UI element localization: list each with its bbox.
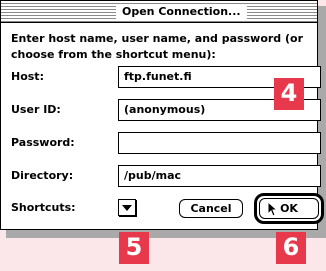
dialog-title: Open Connection... bbox=[116, 4, 247, 20]
open-connection-dialog: Open Connection... Enter host name, user… bbox=[0, 0, 324, 230]
triangle-down-icon bbox=[122, 205, 132, 211]
mouse-pointer-icon bbox=[267, 201, 278, 217]
ok-button[interactable]: OK bbox=[254, 193, 324, 224]
instructions-text: Enter host name, user name, and password… bbox=[11, 32, 304, 61]
user-id-label: User ID: bbox=[11, 103, 61, 116]
title-bar[interactable]: Open Connection... bbox=[1, 1, 317, 23]
callout-5: 5 bbox=[119, 232, 149, 264]
cancel-button[interactable]: Cancel bbox=[179, 199, 243, 218]
shortcuts-popup-button[interactable] bbox=[118, 199, 136, 216]
directory-field[interactable]: /pub/mac bbox=[118, 165, 321, 187]
host-label: Host: bbox=[11, 70, 44, 83]
shortcuts-label: Shortcuts: bbox=[11, 201, 76, 214]
callout-4: 4 bbox=[274, 78, 304, 110]
password-label: Password: bbox=[11, 136, 75, 149]
callout-6: 6 bbox=[276, 232, 306, 264]
directory-label: Directory: bbox=[11, 169, 74, 182]
password-field[interactable] bbox=[118, 132, 321, 154]
